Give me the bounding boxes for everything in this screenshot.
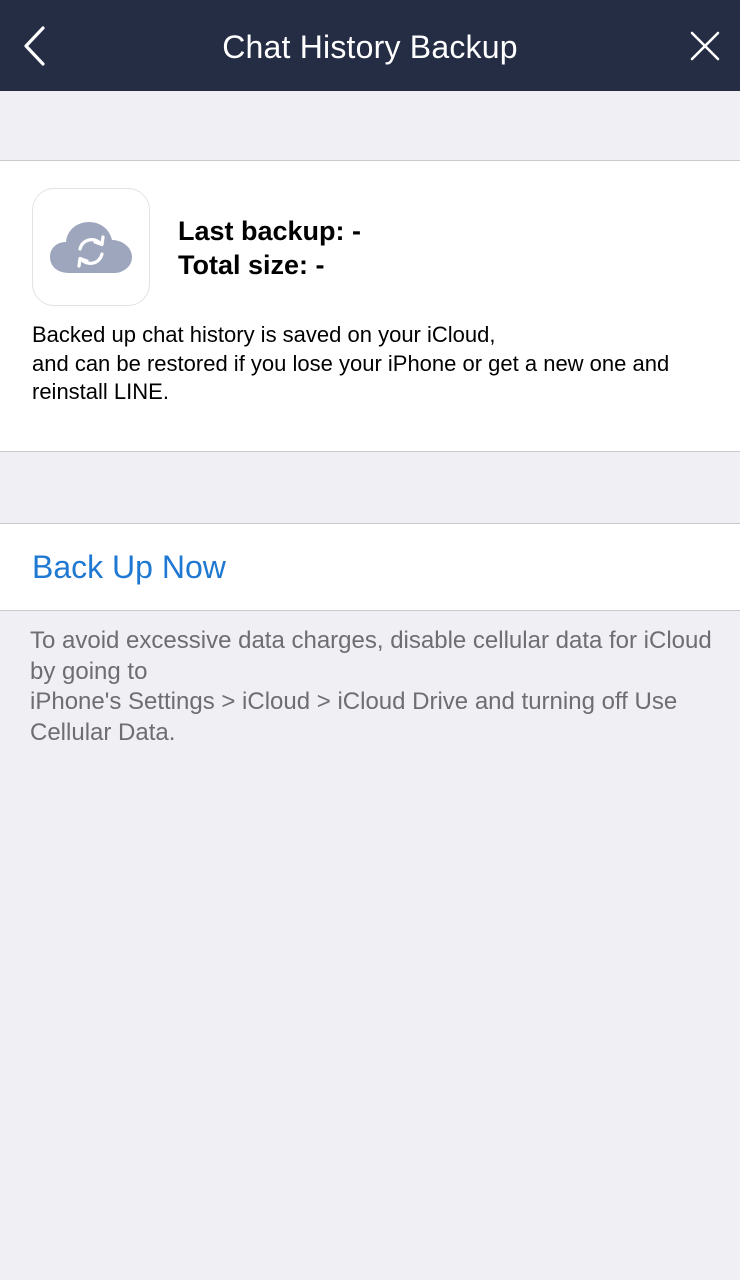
navigation-bar: Chat History Backup [0, 0, 740, 91]
cellular-data-footnote: To avoid excessive data charges, disable… [30, 627, 712, 746]
backup-action-card: Back Up Now [0, 523, 740, 611]
section-spacer [0, 91, 740, 160]
close-icon [690, 31, 720, 60]
cloud-icon-tile [32, 188, 150, 306]
total-size-label: Total size: - [178, 250, 325, 280]
chevron-left-icon [24, 25, 45, 66]
backup-info-card: Last backup: - Total size: - Backed up c… [0, 160, 740, 452]
cloud-sync-icon [50, 222, 132, 273]
last-backup-label: Last backup: - [178, 216, 362, 246]
close-button[interactable] [670, 0, 740, 91]
backup-meta: Last backup: - Total size: - [178, 214, 361, 282]
back-button[interactable] [0, 0, 70, 91]
backup-description: Backed up chat history is saved on your … [32, 322, 670, 404]
page-title: Chat History Backup [222, 29, 518, 65]
back-up-now-button[interactable]: Back Up Now [32, 524, 226, 610]
